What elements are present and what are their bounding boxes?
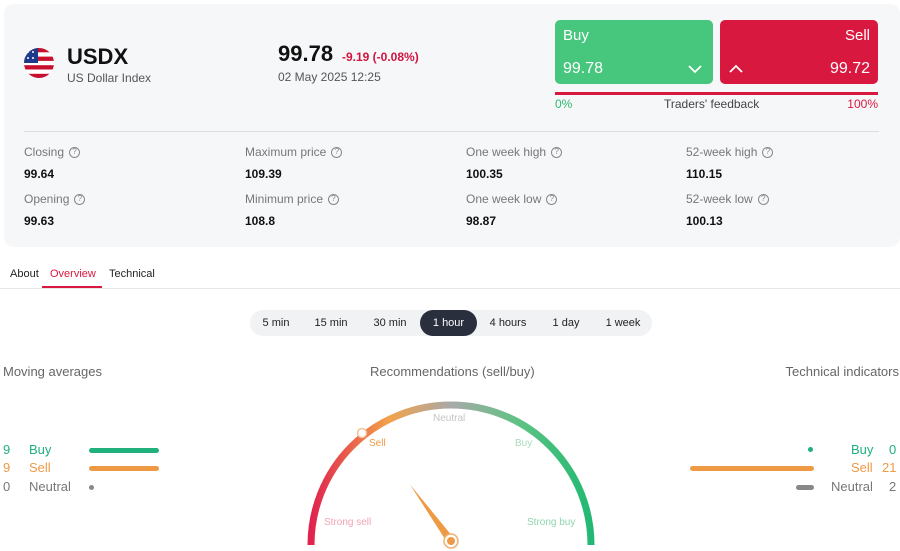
tab-technical[interactable]: Technical: [109, 268, 155, 280]
ma-buy-count: 9: [3, 442, 11, 457]
help-icon[interactable]: ?: [74, 193, 86, 205]
ti-neutral-count: 2: [889, 479, 897, 494]
stat-label: One week low: [466, 192, 542, 206]
stat-label: 52-week low: [686, 192, 753, 206]
recommendation-gauge: Strong sell Sell Neutral Buy Strong buy: [307, 401, 595, 549]
buy-price: 99.78: [563, 60, 604, 77]
stat-closing: Closing? 99.64: [24, 145, 224, 181]
ti-sell-bar: [690, 466, 814, 471]
interval-4-hours[interactable]: 4 hours: [482, 310, 534, 336]
help-icon[interactable]: ?: [762, 146, 774, 158]
feedback-label: Traders' feedback: [664, 97, 760, 111]
stat-label: Maximum price: [245, 145, 327, 159]
stat-opening: Opening? 99.63: [24, 192, 224, 228]
gauge-label-strong-buy: Strong buy: [527, 517, 575, 528]
moving-averages-title: Moving averages: [3, 364, 102, 379]
chevron-down-icon: [687, 62, 703, 74]
help-icon[interactable]: ?: [328, 193, 340, 205]
ti-buy-count: 0: [889, 442, 897, 457]
active-tab-underline: [42, 286, 102, 288]
ma-sell-label: Sell: [29, 460, 51, 475]
technical-indicators-title: Technical indicators: [785, 364, 899, 379]
ti-neutral-bar: [796, 485, 814, 490]
stat-value: 100.13: [686, 214, 723, 228]
ti-sell-count: 21: [882, 460, 897, 475]
stat-value: 99.64: [24, 167, 55, 181]
tab-bar: About Overview Technical: [0, 263, 900, 289]
feedback-min: 0%: [555, 97, 573, 111]
stat-label: 52-week high: [686, 145, 758, 159]
interval-15-min[interactable]: 15 min: [306, 310, 356, 336]
stat-value: 99.63: [24, 214, 55, 228]
chevron-up-icon: [728, 62, 744, 74]
gauge-needle: [409, 484, 459, 549]
help-icon[interactable]: ?: [757, 193, 769, 205]
ma-sell-count: 9: [3, 460, 11, 475]
ma-neutral-dot: [89, 485, 94, 490]
stat-label: One week high: [466, 145, 547, 159]
price-change: -9.19 (-0.08%): [342, 50, 419, 64]
ma-buy-label: Buy: [29, 442, 52, 457]
gauge-label-buy: Buy: [515, 438, 532, 449]
stat-value: 108.8: [245, 214, 276, 228]
stat-maximum-price: Maximum price? 109.39: [245, 145, 445, 181]
price-datetime: 02 May 2025 12:25: [278, 70, 381, 84]
stat-value: 110.15: [686, 167, 723, 181]
traders-feedback-bar: [555, 92, 878, 95]
stat-value: 98.87: [466, 214, 497, 228]
sell-label: Sell: [844, 27, 870, 44]
tab-about[interactable]: About: [10, 268, 39, 280]
interval-5-min[interactable]: 5 min: [254, 310, 298, 336]
recommendations-title: Recommendations (sell/buy): [370, 364, 535, 379]
stat-label: Opening: [24, 192, 70, 206]
stat-one-week-low: One week low? 98.87: [466, 192, 666, 228]
help-icon[interactable]: ?: [69, 146, 81, 158]
stat-label: Closing: [24, 145, 65, 159]
stat-one-week-high: One week high? 100.35: [466, 145, 666, 181]
us-flag-icon: [24, 48, 54, 78]
stat-value: 100.35: [466, 167, 503, 181]
gauge-label-strong-sell: Strong sell: [324, 517, 371, 528]
ma-neutral-label: Neutral: [29, 479, 71, 494]
ti-neutral-label: Neutral: [831, 479, 873, 494]
buy-label: Buy: [563, 27, 589, 44]
stat-label: Minimum price: [245, 192, 324, 206]
help-icon[interactable]: ?: [331, 146, 343, 158]
tab-overview[interactable]: Overview: [50, 268, 96, 280]
gauge-marker: [356, 427, 368, 439]
stat-minimum-price: Minimum price? 108.8: [245, 192, 445, 228]
ma-buy-bar: [89, 448, 159, 453]
instrument-name: US Dollar Index: [67, 71, 152, 85]
interval-selector: 5 min 15 min 30 min 1 hour 4 hours 1 day…: [250, 310, 652, 336]
help-icon[interactable]: ?: [551, 146, 563, 158]
gauge-label-neutral: Neutral: [433, 413, 465, 424]
sell-price: 99.72: [829, 60, 870, 77]
help-icon[interactable]: ?: [546, 193, 558, 205]
stat-52-week-low: 52-week low? 100.13: [686, 192, 886, 228]
current-price: 99.78: [278, 41, 334, 66]
ti-sell-label: Sell: [851, 460, 873, 475]
instrument-symbol: USDX: [67, 44, 129, 69]
ma-neutral-count: 0: [3, 479, 11, 494]
ti-buy-dot: [808, 447, 813, 452]
stat-52-week-high: 52-week high? 110.15: [686, 145, 886, 181]
divider: [24, 131, 879, 132]
feedback-max: 100%: [847, 97, 878, 111]
gauge-label-sell: Sell: [369, 438, 386, 449]
ti-buy-label: Buy: [851, 442, 874, 457]
interval-1-week[interactable]: 1 week: [596, 310, 650, 336]
ma-sell-bar: [89, 466, 159, 471]
interval-30-min[interactable]: 30 min: [364, 310, 416, 336]
interval-1-day[interactable]: 1 day: [542, 310, 590, 336]
sell-button[interactable]: Sell 99.72: [720, 20, 878, 84]
stat-value: 109.39: [245, 167, 282, 181]
interval-1-hour[interactable]: 1 hour: [420, 310, 477, 336]
buy-button[interactable]: Buy 99.78: [555, 20, 713, 84]
